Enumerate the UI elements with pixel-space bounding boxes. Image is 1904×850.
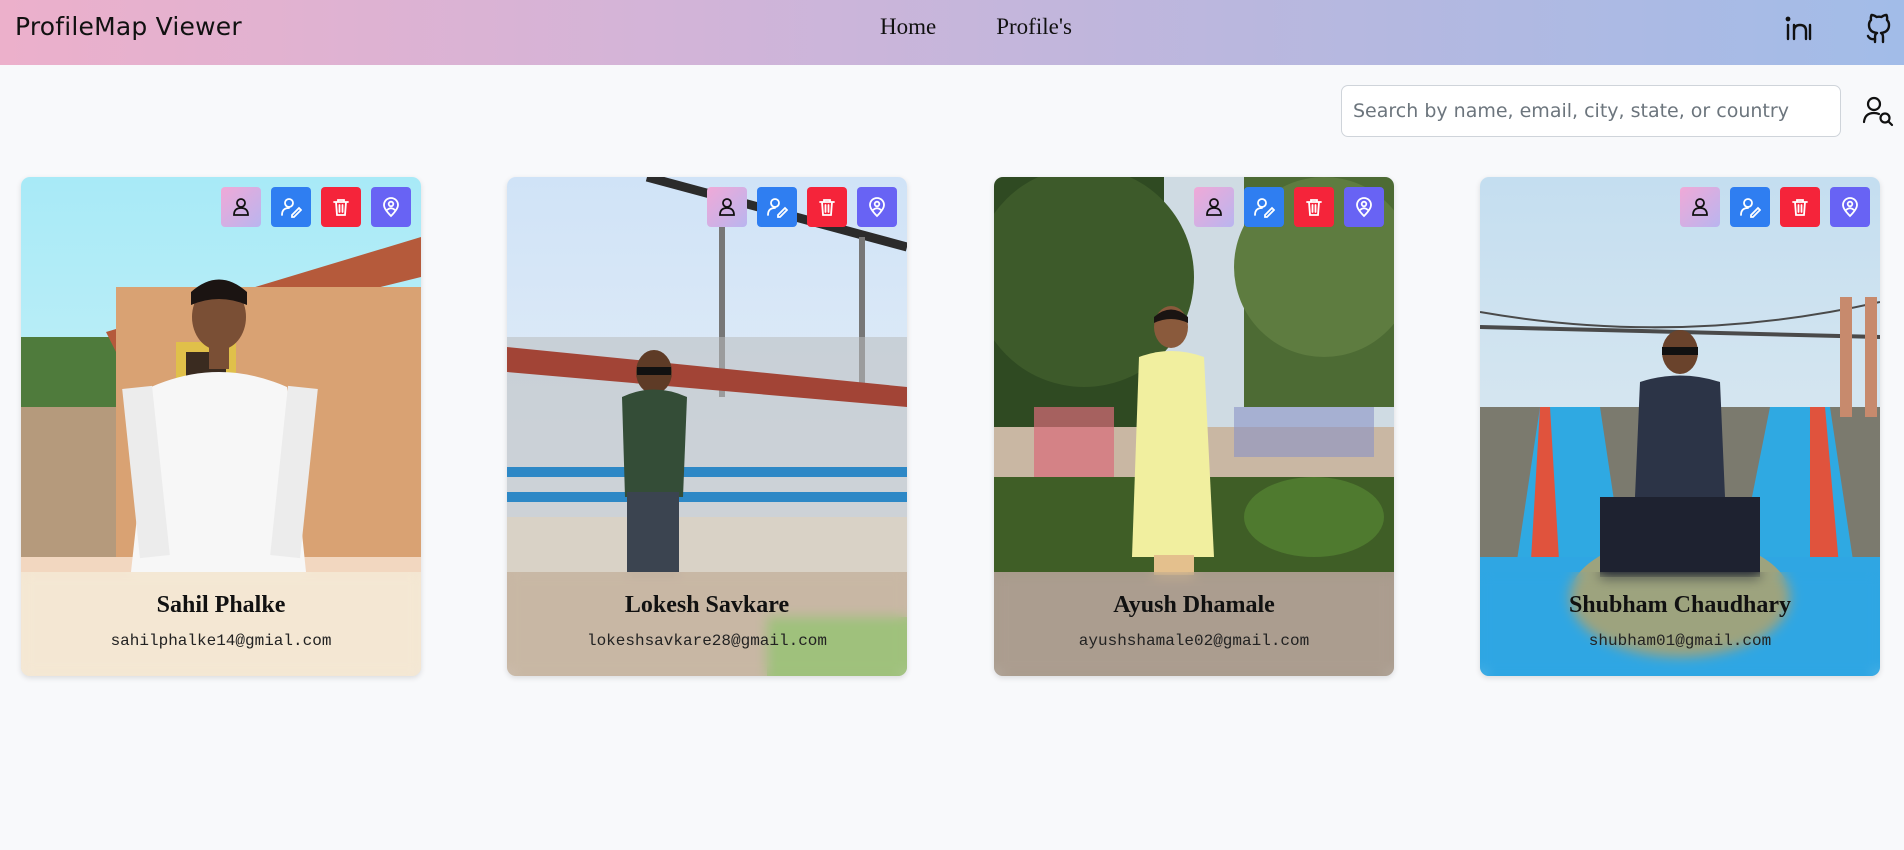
profile-card[interactable]: Sahil Phalke sahilphalke14@gmial.com [21,177,421,676]
linkedin-icon[interactable] [1783,12,1817,46]
edit-profile-button[interactable] [271,187,311,227]
user-edit-icon [281,198,302,218]
brand-title[interactable]: ProfileMap Viewer [15,12,242,41]
trash-icon [1306,199,1322,216]
trash-icon [819,199,835,216]
card-actions [1680,187,1870,227]
show-on-map-button[interactable] [1344,187,1384,227]
user-location-icon [869,197,885,218]
view-profile-button[interactable] [707,187,747,227]
search-input[interactable] [1341,85,1841,137]
user-location-icon [1356,197,1372,218]
profile-email: ayushshamale02@gmail.com [1078,632,1310,650]
nav-home-link[interactable]: Home [880,14,936,40]
delete-profile-button[interactable] [807,187,847,227]
user-search-icon [1862,96,1894,127]
profile-card[interactable]: Lokesh Savkare lokeshsavkare28@gmail.com [507,177,907,676]
delete-profile-button[interactable] [1780,187,1820,227]
card-actions [1194,187,1384,227]
profile-card[interactable]: Shubham Chaudhary shubham01@gmail.com [1480,177,1880,676]
nav-links: Home Profile's [880,14,1072,40]
trash-icon [333,199,349,216]
profile-email: shubham01@gmail.com [1588,632,1772,650]
user-location-icon [383,197,399,218]
show-on-map-button[interactable] [1830,187,1870,227]
user-icon [233,198,249,216]
edit-profile-button[interactable] [1244,187,1284,227]
profile-name: Shubham Chaudhary [1568,592,1792,618]
delete-profile-button[interactable] [1294,187,1334,227]
delete-profile-button[interactable] [321,187,361,227]
show-on-map-button[interactable] [371,187,411,227]
navbar: ProfileMap Viewer Home Profile's [0,0,1904,65]
profile-card[interactable]: Ayush Dhamale ayushshamale02@gmail.com [994,177,1394,676]
card-info: Lokesh Savkare lokeshsavkare28@gmail.com [507,572,907,676]
edit-profile-button[interactable] [1730,187,1770,227]
profile-name: Lokesh Savkare [624,592,790,618]
nav-profiles-link[interactable]: Profile's [996,14,1072,40]
profile-name: Sahil Phalke [156,592,286,618]
card-info: Ayush Dhamale ayushshamale02@gmail.com [994,572,1394,676]
search-user-button[interactable] [1862,95,1894,127]
user-edit-icon [767,198,788,218]
view-profile-button[interactable] [1194,187,1234,227]
card-actions [221,187,411,227]
user-edit-icon [1740,198,1761,218]
view-profile-button[interactable] [1680,187,1720,227]
card-actions [707,187,897,227]
profile-name: Ayush Dhamale [1113,592,1275,618]
user-icon [1206,198,1222,216]
user-icon [1692,198,1708,216]
user-icon [719,198,735,216]
profile-email: lokeshsavkare28@gmail.com [586,632,828,650]
view-profile-button[interactable] [221,187,261,227]
user-location-icon [1842,197,1858,218]
trash-icon [1792,199,1808,216]
show-on-map-button[interactable] [857,187,897,227]
profile-email: sahilphalke14@gmial.com [110,632,332,650]
github-icon[interactable] [1862,12,1896,46]
card-info: Shubham Chaudhary shubham01@gmail.com [1480,572,1880,676]
user-edit-icon [1254,198,1275,218]
card-info: Sahil Phalke sahilphalke14@gmial.com [21,572,421,676]
edit-profile-button[interactable] [757,187,797,227]
